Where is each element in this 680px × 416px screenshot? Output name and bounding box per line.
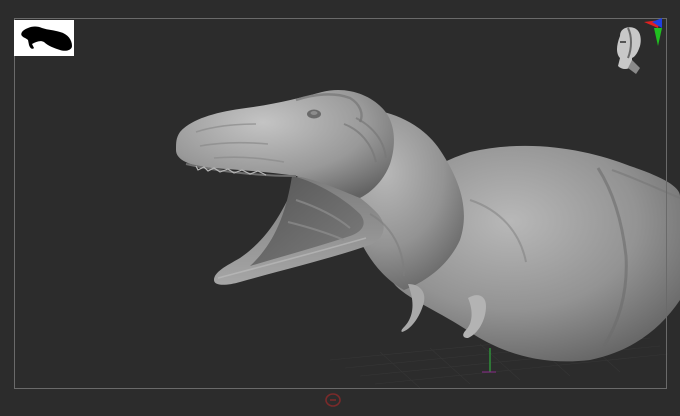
floor-pivot-icon[interactable] xyxy=(325,393,341,407)
floor-axis-indicator xyxy=(482,348,496,373)
3d-viewport[interactable] xyxy=(0,0,680,416)
